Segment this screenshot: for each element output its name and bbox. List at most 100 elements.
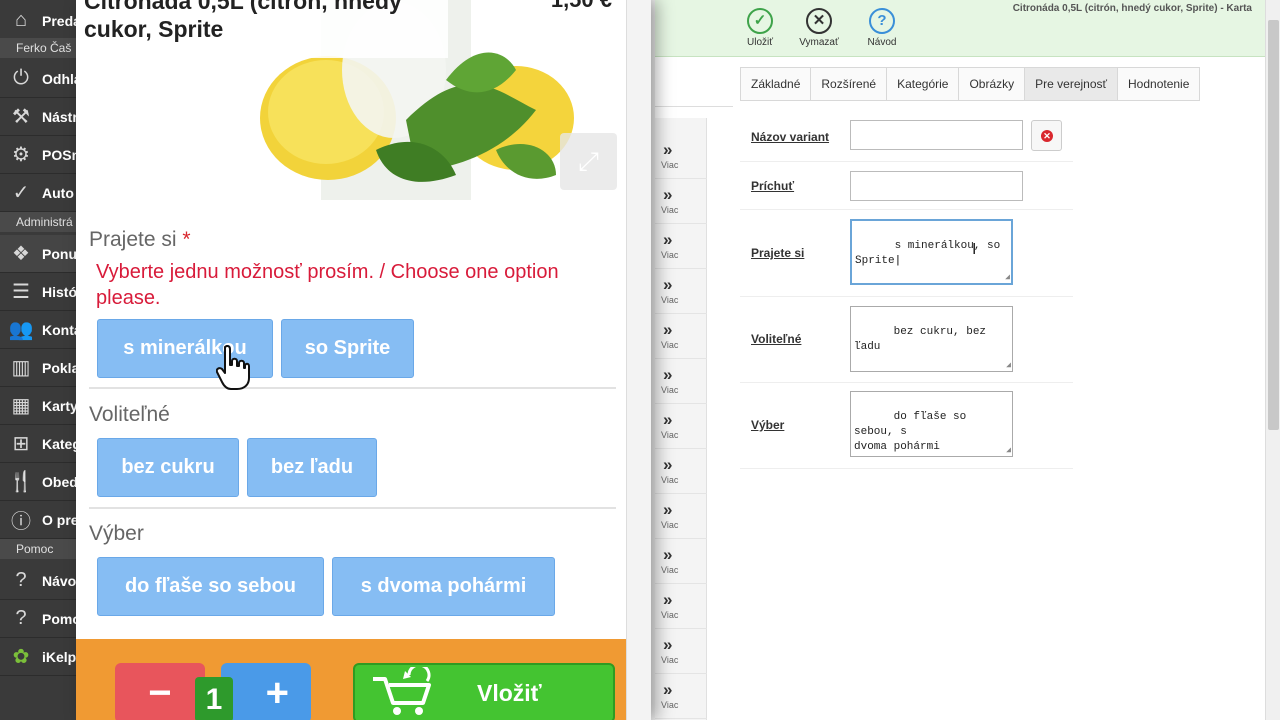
category-tree-icon: ⊞ bbox=[12, 433, 30, 455]
insert-to-cart-button[interactable]: Vložiť bbox=[353, 663, 615, 720]
help-label: Návod bbox=[867, 37, 897, 48]
required-mark: * bbox=[182, 228, 191, 251]
sidebar-item-pomoc[interactable]: ? Pomo bbox=[0, 600, 80, 638]
more-label: Viac bbox=[661, 295, 679, 305]
sidebar-item-label: Odhlá bbox=[42, 70, 80, 87]
product-title: Citronáda 0,5L (citrón, hnedý cukor, Spr… bbox=[84, 0, 402, 42]
prajete-text: s minerálkou, so Sprite bbox=[855, 240, 1001, 267]
sidebar-admin-section: Administrá bbox=[0, 212, 80, 232]
sidebar-item-auto[interactable]: ✓ Auto bbox=[0, 174, 80, 212]
list-item[interactable]: » Viac bbox=[655, 449, 707, 494]
popup-scrollbar[interactable] bbox=[626, 0, 651, 720]
info-icon: ⓘ bbox=[11, 511, 31, 533]
sidebar-item-pokladna[interactable]: ▥ Pokla bbox=[0, 349, 80, 387]
product-card-window: ✓ Uložiť ✕ Vymazať ? Návod Citronáda 0,5… bbox=[655, 0, 1280, 720]
order-bar: − + 1 Vložiť bbox=[76, 639, 626, 720]
delete-variant-button[interactable]: ✕ bbox=[1031, 120, 1062, 151]
sidebar-item-obed[interactable]: 🍴 Obed bbox=[0, 463, 80, 501]
more-label: Viac bbox=[661, 205, 679, 215]
prajete-textarea[interactable]: s minerálkou, so Sprite| ◢ bbox=[850, 219, 1013, 285]
more-label: Viac bbox=[661, 700, 679, 710]
prajete-label: Prajete si bbox=[751, 246, 805, 260]
list-item[interactable]: » Viac bbox=[655, 269, 707, 314]
list-icon: ☰ bbox=[12, 281, 30, 303]
sidebar-item-konta[interactable]: 👥 Konta bbox=[0, 311, 80, 349]
tab-hodnotenie[interactable]: Hodnotenie bbox=[1117, 67, 1201, 101]
list-item[interactable]: » Viac bbox=[655, 134, 707, 179]
resize-handle-icon[interactable]: ◢ bbox=[1005, 274, 1010, 282]
chevron-right-icon: » bbox=[663, 680, 673, 699]
tab-pre-verejnost[interactable]: Pre verejnosť bbox=[1024, 67, 1118, 101]
chevron-right-icon: » bbox=[663, 275, 673, 294]
volitelne-title: Voliteľné bbox=[89, 403, 170, 426]
chevron-right-icon: » bbox=[663, 500, 673, 519]
sidebar-item-tools[interactable]: ⚒ Nástr bbox=[0, 98, 80, 136]
list-item[interactable]: » Viac bbox=[655, 314, 707, 359]
sidebar-item-o-predaji[interactable]: ⓘ O pre bbox=[0, 501, 80, 539]
resize-handle-icon[interactable]: ◢ bbox=[1006, 362, 1011, 370]
list-item[interactable]: » Viac bbox=[655, 539, 707, 584]
option-bez-cukru-button[interactable]: bez cukru bbox=[97, 438, 239, 497]
list-item[interactable]: » Viac bbox=[655, 674, 707, 719]
sidebar-item-ponuka[interactable]: ❖ Ponu bbox=[0, 235, 80, 273]
list-item[interactable]: » Viac bbox=[655, 629, 707, 674]
list-item[interactable]: » Viac bbox=[655, 584, 707, 629]
sidebar-item-karty[interactable]: ▦ Karty bbox=[0, 387, 80, 425]
sidebar-item-label: Nástr bbox=[42, 108, 78, 125]
expand-image-button[interactable]: ⤢ bbox=[560, 133, 617, 190]
question-icon: ? bbox=[869, 8, 895, 34]
ikelp-logo-icon: ✿ bbox=[12, 646, 30, 668]
more-label: Viac bbox=[661, 250, 679, 260]
vyber-textarea[interactable]: do fľaše so sebou, s dvoma pohármi ◢ bbox=[850, 391, 1013, 457]
vyber-row: Výber do fľaše so sebou, s dvoma pohármi… bbox=[740, 383, 1073, 469]
help-button[interactable]: ? Návod bbox=[852, 8, 912, 48]
sidebar-item-predaj[interactable]: ⌂ Preda bbox=[0, 2, 80, 40]
sidebar-item-historia[interactable]: ☰ Histó bbox=[0, 273, 80, 311]
sidebar-item-logout[interactable]: ⏻ Odhlá bbox=[0, 60, 80, 98]
scrollbar[interactable] bbox=[1265, 0, 1280, 720]
sidebar-item-label: O pre bbox=[42, 511, 79, 528]
list-item[interactable]: » Viac bbox=[655, 224, 707, 269]
delete-button[interactable]: ✕ Vymazať bbox=[789, 8, 849, 48]
sidebar-item-posm[interactable]: ⚙ POSm bbox=[0, 136, 80, 174]
scrollbar-thumb[interactable] bbox=[1268, 20, 1279, 430]
product-price: 1,50 € bbox=[551, 0, 612, 13]
sidebar-item-label: Histó bbox=[42, 283, 77, 300]
resize-handle-icon[interactable]: ◢ bbox=[1006, 447, 1011, 455]
option-so-sprite-button[interactable]: so Sprite bbox=[281, 319, 414, 378]
option-bez-ladu-button[interactable]: bez ľadu bbox=[247, 438, 377, 497]
volitelne-textarea[interactable]: bez cukru, bez ľadu ◢ bbox=[850, 306, 1013, 372]
bar-chart-icon: ▥ bbox=[11, 357, 31, 379]
save-button[interactable]: ✓ Uložiť bbox=[730, 8, 790, 48]
quantity-value: 1 bbox=[195, 677, 233, 720]
decrease-quantity-button[interactable]: − bbox=[115, 663, 205, 720]
list-item[interactable]: » Viac bbox=[655, 494, 707, 539]
chevron-right-icon: » bbox=[663, 635, 673, 654]
sidebar-item-label: Obed bbox=[42, 473, 78, 490]
tab-rozsirene[interactable]: Rozšírené bbox=[810, 67, 887, 101]
sidebar-item-kategorie[interactable]: ⊞ Kateg bbox=[0, 425, 80, 463]
tab-obrazky[interactable]: Obrázky bbox=[958, 67, 1025, 101]
divider bbox=[89, 387, 616, 389]
option-do-flase-button[interactable]: do fľaše so sebou bbox=[97, 557, 324, 616]
more-label: Viac bbox=[661, 520, 679, 530]
flavor-input[interactable] bbox=[850, 171, 1023, 201]
tab-zakladne[interactable]: Základné bbox=[740, 67, 811, 101]
list-item[interactable]: » Viac bbox=[655, 179, 707, 224]
list-item[interactable]: » Viac bbox=[655, 404, 707, 449]
hand-cursor-icon bbox=[216, 345, 250, 390]
divider bbox=[655, 106, 733, 107]
sidebar-item-navod[interactable]: ? Návo bbox=[0, 562, 80, 600]
tab-kategorie[interactable]: Kategórie bbox=[886, 67, 959, 101]
prajete-title: Prajete si * bbox=[89, 228, 191, 252]
list-item[interactable]: » Viac bbox=[655, 359, 707, 404]
sidebar-item-ikelp[interactable]: ✿ iKelp bbox=[0, 638, 80, 676]
sidebar-item-label: Kateg bbox=[42, 435, 80, 452]
check-circle-icon: ✓ bbox=[12, 182, 30, 204]
sidebar-help-section: Pomoc bbox=[0, 539, 80, 559]
increase-quantity-button[interactable]: + bbox=[221, 663, 311, 720]
variant-name-input[interactable] bbox=[850, 120, 1023, 150]
toolbar: ✓ Uložiť ✕ Vymazať ? Návod Citronáda 0,5… bbox=[655, 0, 1265, 57]
chevron-right-icon: » bbox=[663, 590, 673, 609]
option-s-dvoma-pohармi-button[interactable]: s dvoma pohármi bbox=[332, 557, 555, 616]
